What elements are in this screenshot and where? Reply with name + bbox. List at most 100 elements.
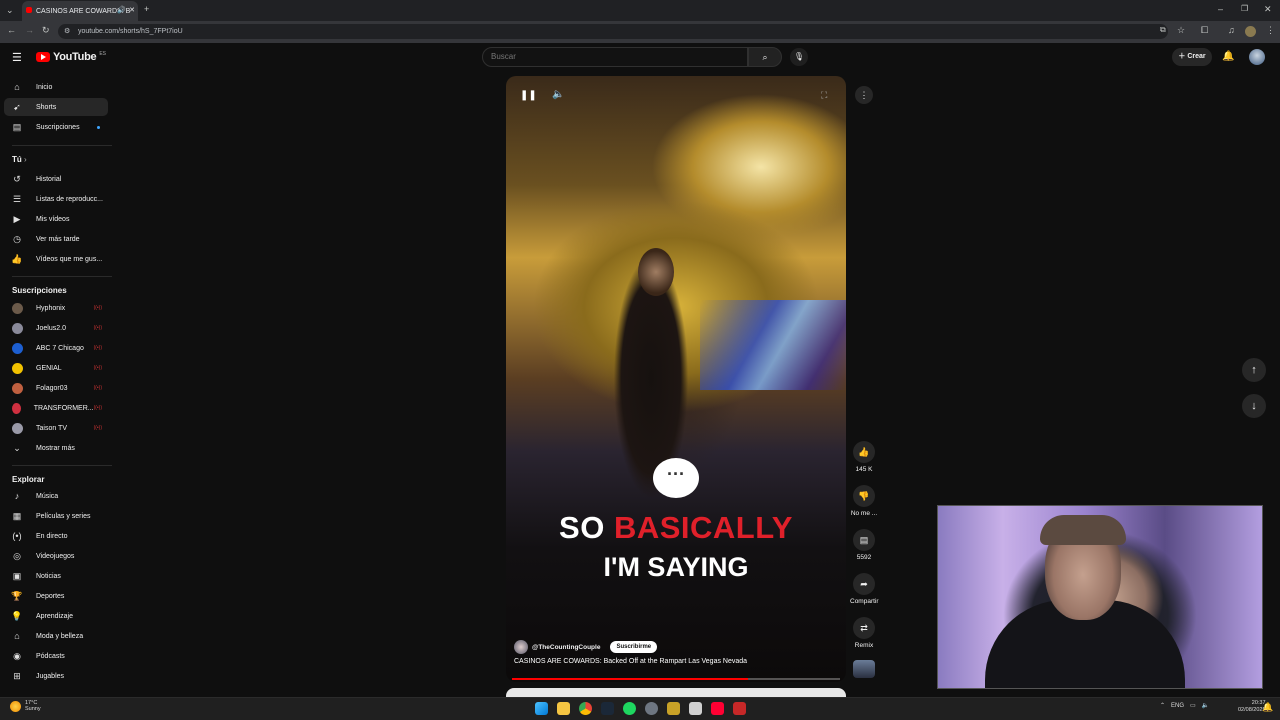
account-avatar[interactable] [1249,49,1265,65]
dislike-button[interactable]: 👎 No me ... [850,485,878,517]
file-explorer-icon[interactable] [557,702,570,715]
like-button[interactable]: 👍 145 K [850,441,878,473]
sidebar-subscription[interactable]: Joelus2.0 ((•)) [4,319,108,337]
steam-icon[interactable] [601,702,614,715]
sidebar-item-liked-videos[interactable]: 👍 Vídeos que me gus... [4,250,108,268]
show-more-button[interactable]: ⌄ Mostrar más [4,439,108,457]
webcam-streamer-hair [1040,515,1126,545]
sidebar-item-sports[interactable]: 🏆 Deportes [4,587,108,605]
caption-line-2: I'M SAYING [603,552,749,582]
fullscreen-icon[interactable]: ⛶ [821,90,827,101]
sidebar-item-my-videos[interactable]: ▶ Mis vídeos [4,210,108,228]
voice-search-button[interactable]: 🎙 [790,48,808,66]
you-section-heading[interactable]: Tú › [12,155,27,164]
calendar-icon[interactable] [689,702,702,715]
live-indicator-icon: ((•)) [93,405,102,411]
subscribe-button[interactable]: Suscribirme [610,641,658,653]
live-icon: (•) [12,531,22,541]
video-title[interactable]: CASINOS ARE COWARDS: Backed Off at the R… [514,658,747,665]
weather-widget[interactable]: 17°C Sunny [10,700,41,712]
media-control-icon[interactable]: ♫ [1228,26,1235,35]
live-indicator-icon: ((•)) [93,325,102,331]
sidebar-item-gaming[interactable]: ◎ Videojuegos [4,547,108,565]
obs-icon[interactable] [645,702,658,715]
profile-avatar[interactable] [1245,26,1256,37]
notifications-bell-icon[interactable]: 🔔 [1222,51,1234,62]
channel-name[interactable]: @TheCountingCouple [532,644,600,651]
pause-icon[interactable]: ❚❚ [520,90,537,101]
comment-count: 5592 [856,554,872,561]
sidebar-item-history[interactable]: ↺ Historial [4,170,108,188]
extensions-icon[interactable]: ⧠ [1201,26,1208,35]
sidebar-item-playables[interactable]: ⊞ Jugables [4,667,108,685]
country-code: ES [99,50,106,57]
maximize-icon[interactable]: ❐ [1241,5,1248,13]
sidebar-item-subscriptions[interactable]: ▤ Suscripciones [4,118,108,136]
more-options-icon[interactable]: ⋮ [855,86,873,104]
open-in-app-icon[interactable]: ⧉ [1160,26,1166,34]
site-info-icon[interactable]: ⚙ [64,24,70,39]
tab-search-icon[interactable]: ⌄ [6,6,14,15]
channel-avatar[interactable] [514,640,528,654]
sound-thumbnail[interactable] [853,660,875,678]
tab-audio-icon[interactable]: 🔊 [117,6,126,14]
youtube-logo[interactable]: YouTube ES [36,51,106,63]
browser-tab[interactable]: CASINOS ARE COWARDS: B 🔊 ✕ [22,1,138,21]
sidebar-subscription[interactable]: Hyphonix ((•)) [4,299,108,317]
previous-short-button[interactable]: ↑ [1242,358,1266,382]
tray-expand-icon[interactable]: ⌃ [1160,702,1165,709]
search-button[interactable]: ⌕ [748,47,782,67]
browser-menu-icon[interactable]: ⋮ [1266,26,1275,35]
language-indicator[interactable]: ENG [1171,703,1184,709]
comments-button[interactable]: ▤ 5592 [850,529,878,561]
windows-start-icon[interactable] [535,702,548,715]
forward-icon[interactable]: → [25,26,34,35]
sidebar-item-playlists[interactable]: ☰ Listas de reproducc... [4,190,108,208]
bookmark-star-icon[interactable]: ☆ [1177,26,1185,35]
sidebar-item-music[interactable]: ♪ Música [4,487,108,505]
chevron-down-icon: ⌄ [13,442,21,453]
create-button[interactable]: ＋ Crear [1172,48,1212,66]
sidebar-item-learning[interactable]: 💡 Aprendizaje [4,607,108,625]
window-close-icon[interactable]: ✕ [1264,5,1272,14]
sidebar-item-podcasts[interactable]: ◉ Pódcasts [4,647,108,665]
volume-icon[interactable]: 🔈 [552,89,564,100]
caption-highlight-word: BASICALLY [613,510,793,545]
explore-heading: Explorar [12,475,45,484]
chrome-icon[interactable] [579,702,592,715]
network-icon[interactable]: ▭ [1190,702,1196,709]
subscriptions-heading: Suscripciones [12,286,67,295]
sidebar-subscription[interactable]: GENIAL ((•)) [4,359,108,377]
address-bar[interactable]: ⚙ youtube.com/shorts/hS_7FPt7ioU [58,24,1168,39]
sidebar-item-home[interactable]: ⌂ Inicio [4,78,108,96]
youtube-app-icon[interactable] [711,702,724,715]
new-tab-icon[interactable]: + [144,5,149,14]
sidebar-item-shorts[interactable]: ➹ Shorts [4,98,108,116]
recorder-icon[interactable] [733,702,746,715]
sidebar-subscription[interactable]: ABC 7 Chicago ((•)) [4,339,108,357]
live-indicator-icon: ((•)) [93,385,102,391]
reload-icon[interactable]: ↻ [42,26,50,35]
speaker-icon[interactable]: 🔈 [1202,702,1209,709]
sidebar-item-news[interactable]: ▣ Noticias [4,567,108,585]
sidebar-subscription[interactable]: TRANSFORMER... ((•)) [4,399,108,417]
search-input[interactable]: Buscar [482,47,748,67]
sidebar-item-label: Ver más tarde [36,235,80,243]
sidebar-item-fashion[interactable]: ⌂ Moda y belleza [4,627,108,645]
sidebar-item-live[interactable]: (•) En directo [4,527,108,545]
sidebar-subscription[interactable]: Folagor03 ((•)) [4,379,108,397]
spotify-icon[interactable] [623,702,636,715]
sidebar-item-watch-later[interactable]: ◷ Ver más tarde [4,230,108,248]
hamburger-menu-icon[interactable]: ☰ [12,51,22,64]
back-icon[interactable]: ← [7,26,16,35]
tab-close-icon[interactable]: ✕ [129,6,135,14]
sidebar-subscription[interactable]: Taison TV ((•)) [4,419,108,437]
app-icon[interactable] [667,702,680,715]
video-progress-bar[interactable] [512,678,840,680]
next-short-button[interactable]: ↓ [1242,394,1266,418]
share-button[interactable]: ➦ Compartir [850,573,879,605]
sidebar-item-movies[interactable]: ▦ Películas y series [4,507,108,525]
minimize-icon[interactable]: – [1218,5,1223,14]
notification-center-icon[interactable]: 🔔 [1262,702,1273,713]
remix-button[interactable]: ⇄ Remix [850,617,878,649]
